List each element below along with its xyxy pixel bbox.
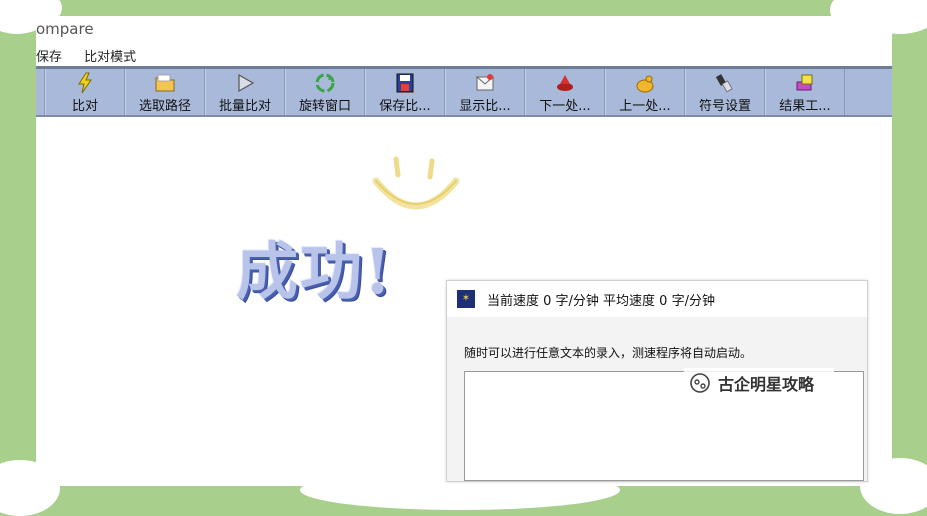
prev-icon — [636, 75, 654, 93]
prev-diff-button[interactable]: 上一处... — [605, 69, 685, 115]
result-tools-button[interactable]: 结果工... — [765, 69, 845, 115]
select-path-button[interactable]: 选取路径 — [125, 69, 205, 115]
recycle-icon — [315, 73, 335, 93]
symbol-settings-icon — [715, 74, 733, 93]
toolbar-grip — [36, 69, 45, 115]
menu-bar: 保存 比对模式 — [36, 46, 154, 66]
app-logo-icon: ✶ — [457, 290, 475, 308]
folder-icon — [155, 74, 175, 92]
batch-compare-button[interactable]: 批量比对 — [205, 69, 285, 115]
dialog-title-bar: ✶ 当前速度 0 字/分钟 平均速度 0 字/分钟 — [447, 281, 867, 317]
symbol-settings-button[interactable]: 符号设置 — [685, 69, 765, 115]
watermark-text: 古企明星攻略 — [718, 375, 815, 394]
save-icon — [396, 73, 414, 93]
save-compare-button[interactable]: 保存比... — [365, 69, 445, 115]
show-compare-button[interactable]: 显示比... — [445, 69, 525, 115]
next-icon — [557, 75, 573, 91]
display-icon — [475, 74, 495, 91]
dialog-hint: 随时可以进行任意文本的录入，测速程序将自动启动。 — [464, 346, 753, 360]
menu-compare-mode[interactable]: 比对模式 — [84, 50, 136, 65]
toolbar: 比对 选取路径 批量比对 旋转窗口 保存比... 显示比... 下一处... 上… — [36, 66, 892, 122]
watermark: 古企明星攻略 — [684, 368, 834, 398]
dialog-title: 当前速度 0 字/分钟 平均速度 0 字/分钟 — [487, 293, 715, 309]
menu-save[interactable]: 保存 — [36, 50, 62, 65]
result-tools-icon — [796, 74, 813, 91]
next-diff-button[interactable]: 下一处... — [525, 69, 605, 115]
play-icon — [238, 73, 255, 93]
watermark-logo-icon — [690, 373, 710, 393]
window-title: ompare — [36, 20, 94, 38]
success-message: 成功! — [236, 235, 394, 308]
rotate-window-button[interactable]: 旋转窗口 — [285, 69, 365, 115]
lightning-icon — [78, 72, 92, 94]
compare-button[interactable]: 比对 — [45, 69, 125, 115]
